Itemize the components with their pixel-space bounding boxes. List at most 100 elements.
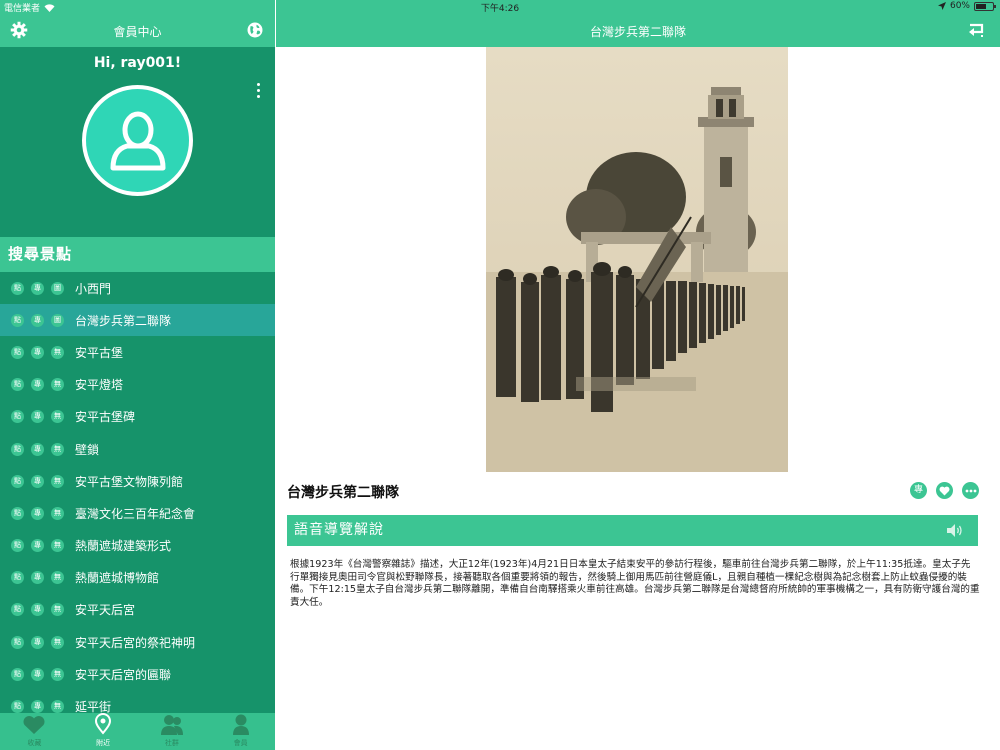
tag-badge: 圖 (51, 313, 64, 327)
tab-bar: 收藏 附近 社群 會員 (0, 713, 275, 750)
description-text: 根據1923年《台灣警察雜誌》描述，大正12年(1923年)4月21日日本皇太子… (290, 559, 980, 608)
globe-icon[interactable] (246, 21, 264, 39)
tab-location-pin[interactable]: 附近 (69, 713, 138, 750)
audio-guide-title: 語音導覽解說 (294, 522, 384, 538)
list-item[interactable]: 點專無熱蘭遮城博物館 (0, 562, 275, 594)
list-item[interactable]: 點專無安平天后宮的匾聯 (0, 658, 275, 690)
tag-badge: 無 (51, 667, 64, 681)
search-section-title: 搜尋景點 (0, 237, 275, 272)
poi-list: 點專圖小西門點專圖台灣步兵第二聯隊點專無安平古堡點專無安平燈塔點專無安平古堡碑點… (0, 272, 275, 723)
special-topic-button[interactable]: 專 (910, 482, 927, 499)
list-item[interactable]: 點專無壁鎖 (0, 433, 275, 465)
tag-badge: 點 (11, 410, 24, 424)
tag-badge: 專 (31, 410, 44, 424)
speaker-icon[interactable] (946, 523, 964, 538)
tab-person[interactable]: 會員 (206, 713, 275, 750)
more-button[interactable] (962, 482, 979, 499)
tag-badge: 無 (51, 506, 64, 520)
list-item[interactable]: 點專無安平古堡 (0, 336, 275, 368)
tag-badge: 點 (11, 539, 24, 553)
tag-badge: 無 (51, 700, 64, 714)
sidebar: 會員中心 Hi, ray001! 搜尋景點 點專圖小西門點專圖台灣步兵第二聯隊點… (0, 0, 275, 750)
tag-badge: 點 (11, 571, 24, 585)
list-item-label: 安平古堡碑 (75, 410, 136, 425)
tag-badge: 無 (51, 635, 64, 649)
list-item[interactable]: 點專無安平燈塔 (0, 369, 275, 401)
list-item[interactable]: 點專無安平古堡碑 (0, 401, 275, 433)
list-item[interactable]: 點專無安平天后宮的祭祀神明 (0, 626, 275, 658)
user-silhouette-icon (110, 111, 165, 170)
tag-badge: 專 (31, 539, 44, 553)
tag-badge: 無 (51, 345, 64, 359)
list-item-label: 熱蘭遮城博物館 (75, 571, 160, 586)
avatar[interactable] (82, 85, 193, 196)
tag-badge: 無 (51, 474, 64, 488)
item-actions: 專 (910, 482, 979, 499)
tab-heart[interactable]: 收藏 (0, 713, 69, 750)
return-icon[interactable] (966, 22, 986, 38)
tag-badge: 點 (11, 700, 24, 714)
list-item-label: 壁鎖 (75, 442, 100, 457)
tag-badge: 專 (31, 474, 44, 488)
battery-percent: 60% (949, 1, 970, 11)
tag-badge: 點 (11, 667, 24, 681)
carrier-label: 電信業者 (4, 4, 41, 14)
tag-badge: 專 (31, 700, 44, 714)
tag-badge: 專 (31, 635, 44, 649)
list-item-label: 臺灣文化三百年紀念會 (75, 506, 196, 521)
people-icon (160, 713, 184, 738)
list-item-label: 台灣步兵第二聯隊 (75, 313, 172, 328)
ellipsis-icon (965, 489, 976, 492)
list-item[interactable]: 點專圖小西門 (0, 272, 275, 304)
tag-badge: 點 (11, 474, 24, 488)
tag-badge: 點 (11, 635, 24, 649)
tag-badge: 無 (51, 539, 64, 553)
historical-photo[interactable] (486, 47, 788, 472)
more-options-icon[interactable] (255, 83, 261, 99)
tab-label: 社群 (164, 739, 179, 747)
tag-badge: 無 (51, 603, 64, 617)
battery-icon (974, 1, 996, 11)
list-item-label: 安平天后宮的祭祀神明 (75, 635, 196, 650)
item-title: 台灣步兵第二聯隊 (287, 485, 399, 501)
profile-area: Hi, ray001! (0, 47, 275, 237)
tag-badge: 點 (11, 506, 24, 520)
tag-badge: 專 (31, 345, 44, 359)
list-item-label: 安平天后宮的匾聯 (75, 667, 172, 682)
list-item-label: 安平古堡文物陳列館 (75, 474, 184, 489)
tag-badge: 無 (51, 442, 64, 456)
location-arrow-icon (937, 2, 946, 10)
list-item[interactable]: 點專無安平天后宮 (0, 594, 275, 626)
list-item-label: 安平古堡 (75, 345, 124, 360)
main-panel: 台灣步兵第二聯隊 台灣步兵第二聯隊 專 語音導覽解說 根據1923年《台灣警察雜… (276, 0, 1000, 750)
list-item-label: 安平天后宮 (75, 603, 136, 618)
tag-badge: 專 (31, 313, 44, 327)
list-item[interactable]: 點專無臺灣文化三百年紀念會 (0, 497, 275, 529)
tag-badge: 專 (31, 442, 44, 456)
sidebar-title: 會員中心 (113, 25, 162, 39)
person-icon (231, 713, 251, 738)
list-item-label: 安平燈塔 (75, 378, 124, 393)
tag-badge: 專 (31, 667, 44, 681)
tag-badge: 點 (11, 442, 24, 456)
tag-badge: 專 (31, 571, 44, 585)
tag-badge: 專 (31, 281, 44, 295)
tag-badge: 圖 (51, 281, 64, 295)
list-item-label: 熱蘭遮城建築形式 (75, 539, 172, 554)
list-item[interactable]: 點專無熱蘭遮城建築形式 (0, 530, 275, 562)
heart-icon (22, 715, 46, 738)
photo-illustration (486, 47, 788, 472)
favorite-button[interactable] (936, 482, 953, 499)
heart-icon (939, 486, 950, 496)
list-item[interactable]: 點專無安平古堡文物陳列館 (0, 465, 275, 497)
tag-badge: 點 (11, 345, 24, 359)
tab-people[interactable]: 社群 (138, 713, 207, 750)
tag-badge: 專 (31, 603, 44, 617)
list-item-label: 小西門 (75, 281, 112, 296)
tag-badge: 無 (51, 410, 64, 424)
page-title: 台灣步兵第二聯隊 (589, 25, 686, 39)
status-time: 下午4:26 (480, 4, 520, 14)
list-item[interactable]: 點專圖台灣步兵第二聯隊 (0, 304, 275, 337)
tag-badge: 點 (11, 378, 24, 392)
audio-guide-bar[interactable]: 語音導覽解說 (287, 515, 978, 546)
